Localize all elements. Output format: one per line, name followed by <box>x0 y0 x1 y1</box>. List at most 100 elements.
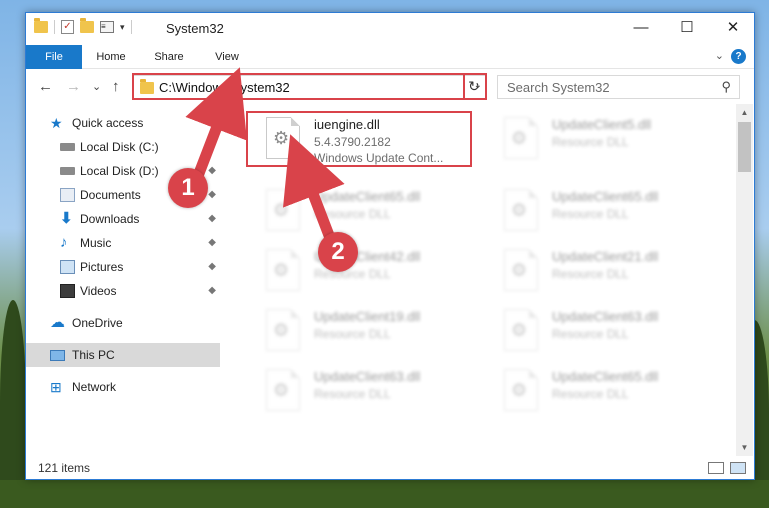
scroll-thumb[interactable] <box>738 122 751 172</box>
file-description: Resource DLL <box>552 387 629 401</box>
dll-file-icon: ⚙ <box>504 249 538 291</box>
sidebar-item-pictures[interactable]: Pictures ◆ <box>26 255 220 279</box>
sidebar-item-local-disk-c[interactable]: Local Disk (C:) <box>26 135 220 159</box>
documents-icon <box>60 188 75 202</box>
scroll-down-icon[interactable]: ▼ <box>736 439 753 456</box>
sidebar-item-this-pc[interactable]: This PC <box>26 343 220 367</box>
toolbar-divider <box>130 20 132 34</box>
item-count: 121 items <box>38 461 91 475</box>
forward-button[interactable]: → <box>66 78 81 95</box>
sidebar-item-music[interactable]: ♪ Music ◆ <box>26 231 220 255</box>
file-name: UpdateClient65.dll <box>314 189 421 204</box>
videos-icon <box>60 284 75 298</box>
cloud-icon: ☁ <box>50 314 65 331</box>
sidebar-item-quick-access[interactable]: ★ Quick access <box>26 111 220 135</box>
address-path[interactable]: C:\Windows\System32 <box>159 80 290 95</box>
search-icon[interactable]: ⚲ <box>721 79 731 95</box>
dll-file-icon: ⚙ <box>266 369 300 411</box>
gear-icon: ⚙ <box>511 128 528 148</box>
dll-file-icon: ⚙ <box>504 309 538 351</box>
quick-access-toolbar: ✓ ≡ ▾ <box>34 18 132 34</box>
file-name: UpdateClient65.dll <box>552 369 659 384</box>
minimize-button[interactable]: — <box>618 13 664 43</box>
pin-icon[interactable]: ◆ <box>208 255 216 279</box>
tab-view[interactable]: View <box>204 45 250 69</box>
file-list: ⚙ iuengine.dll 5.4.3790.2182 Windows Upd… <box>226 109 736 455</box>
file-name: UpdateClient21.dll <box>552 249 659 264</box>
ribbon-tabs: File Home Share View ⌄ ? <box>26 45 754 69</box>
file-version: 5.4.3790.2182 <box>314 135 391 149</box>
large-icons-view-icon[interactable] <box>730 462 746 474</box>
tab-home[interactable]: Home <box>88 45 134 69</box>
tab-file[interactable]: File <box>26 45 82 69</box>
navigation-pane: ★ Quick access Local Disk (C:) Local Dis… <box>26 109 220 455</box>
pin-icon[interactable]: ◆ <box>208 279 216 303</box>
sidebar-item-label: OneDrive <box>72 316 123 330</box>
back-button[interactable]: ← <box>38 78 53 95</box>
dll-file-icon: ⚙ <box>504 117 538 159</box>
file-item[interactable]: ⚙ UpdateClient65.dll Resource DLL <box>246 185 466 243</box>
up-button[interactable]: ↑ <box>112 78 120 95</box>
sidebar-item-network[interactable]: ⊞ Network <box>26 375 220 399</box>
file-item[interactable]: ⚙ UpdateClient21.dll Resource DLL <box>484 245 704 303</box>
file-description: Windows Update Cont... <box>314 151 444 165</box>
recent-locations-button[interactable]: ⌄ <box>92 80 101 93</box>
maximize-button[interactable]: ☐ <box>664 13 710 43</box>
properties-check-icon[interactable]: ✓ <box>61 20 74 34</box>
vertical-scrollbar[interactable]: ▲ ▼ <box>736 104 753 456</box>
dll-file-icon: ⚙ <box>504 369 538 411</box>
file-description: Resource DLL <box>552 267 629 281</box>
status-bar: 121 items <box>26 457 754 479</box>
search-box[interactable]: Search System32 ⚲ <box>497 75 740 99</box>
gear-icon: ⚙ <box>273 320 290 340</box>
network-icon: ⊞ <box>50 379 62 395</box>
details-view-icon[interactable] <box>708 462 724 474</box>
help-icon[interactable]: ? <box>731 49 746 64</box>
file-item[interactable]: ⚙ UpdateClient65.dll Resource DLL <box>484 185 704 243</box>
file-description: Resource DLL <box>552 135 629 149</box>
customize-icon[interactable]: ≡ <box>100 21 114 33</box>
file-item[interactable]: ⚙ UpdateClient5.dll Resource DLL <box>484 113 704 171</box>
dll-file-icon: ⚙ <box>266 189 300 231</box>
search-input[interactable]: Search System32 <box>507 80 610 95</box>
dll-file-icon: ⚙ <box>266 117 300 159</box>
drive-icon <box>60 167 75 175</box>
drive-icon <box>60 143 75 151</box>
file-description: Resource DLL <box>314 327 391 341</box>
pin-icon[interactable]: ◆ <box>208 231 216 255</box>
file-description: Resource DLL <box>552 327 629 341</box>
file-item[interactable]: ⚙ UpdateClient65.dll Resource DLL <box>484 365 704 423</box>
file-item[interactable]: ⚙ UpdateClient19.dll Resource DLL <box>246 305 466 363</box>
scroll-up-icon[interactable]: ▲ <box>736 104 753 121</box>
sidebar-item-downloads[interactable]: ⬇ Downloads ◆ <box>26 207 220 231</box>
close-button[interactable]: ✕ <box>710 13 756 43</box>
step-badge-1: 1 <box>168 168 208 208</box>
toolbar-dropdown-icon[interactable]: ▾ <box>120 22 125 33</box>
pin-icon[interactable]: ◆ <box>208 183 216 207</box>
sidebar-item-label: Documents <box>80 188 141 202</box>
download-icon: ⬇ <box>60 210 73 227</box>
file-item[interactable]: ⚙ UpdateClient63.dll Resource DLL <box>246 365 466 423</box>
gear-icon: ⚙ <box>273 200 290 220</box>
sidebar-item-onedrive[interactable]: ☁ OneDrive <box>26 311 220 335</box>
sidebar-item-label: Local Disk (D:) <box>80 164 159 178</box>
dll-file-icon: ⚙ <box>266 249 300 291</box>
file-item[interactable]: ⚙ UpdateClient63.dll Resource DLL <box>484 305 704 363</box>
file-description: Resource DLL <box>552 207 629 221</box>
file-item-iuengine[interactable]: ⚙ iuengine.dll 5.4.3790.2182 Windows Upd… <box>246 113 466 171</box>
file-description: Resource DLL <box>314 387 391 401</box>
address-folder-icon <box>140 79 154 94</box>
file-name: UpdateClient65.dll <box>552 189 659 204</box>
new-folder-icon[interactable] <box>80 18 94 33</box>
file-name: UpdateClient63.dll <box>314 369 421 384</box>
sidebar-item-videos[interactable]: Videos ◆ <box>26 279 220 303</box>
pictures-icon <box>60 260 75 274</box>
tab-share[interactable]: Share <box>146 45 192 69</box>
pin-icon[interactable]: ◆ <box>208 159 216 183</box>
file-description: Resource DLL <box>314 207 391 221</box>
address-bar[interactable]: C:\Windows\System32 ⌄ <box>132 75 487 99</box>
refresh-icon[interactable]: ↻ <box>462 75 486 99</box>
sidebar-item-label: Music <box>80 236 112 250</box>
pin-icon[interactable]: ◆ <box>208 207 216 231</box>
ribbon-expand-icon[interactable]: ⌄ <box>715 49 724 62</box>
